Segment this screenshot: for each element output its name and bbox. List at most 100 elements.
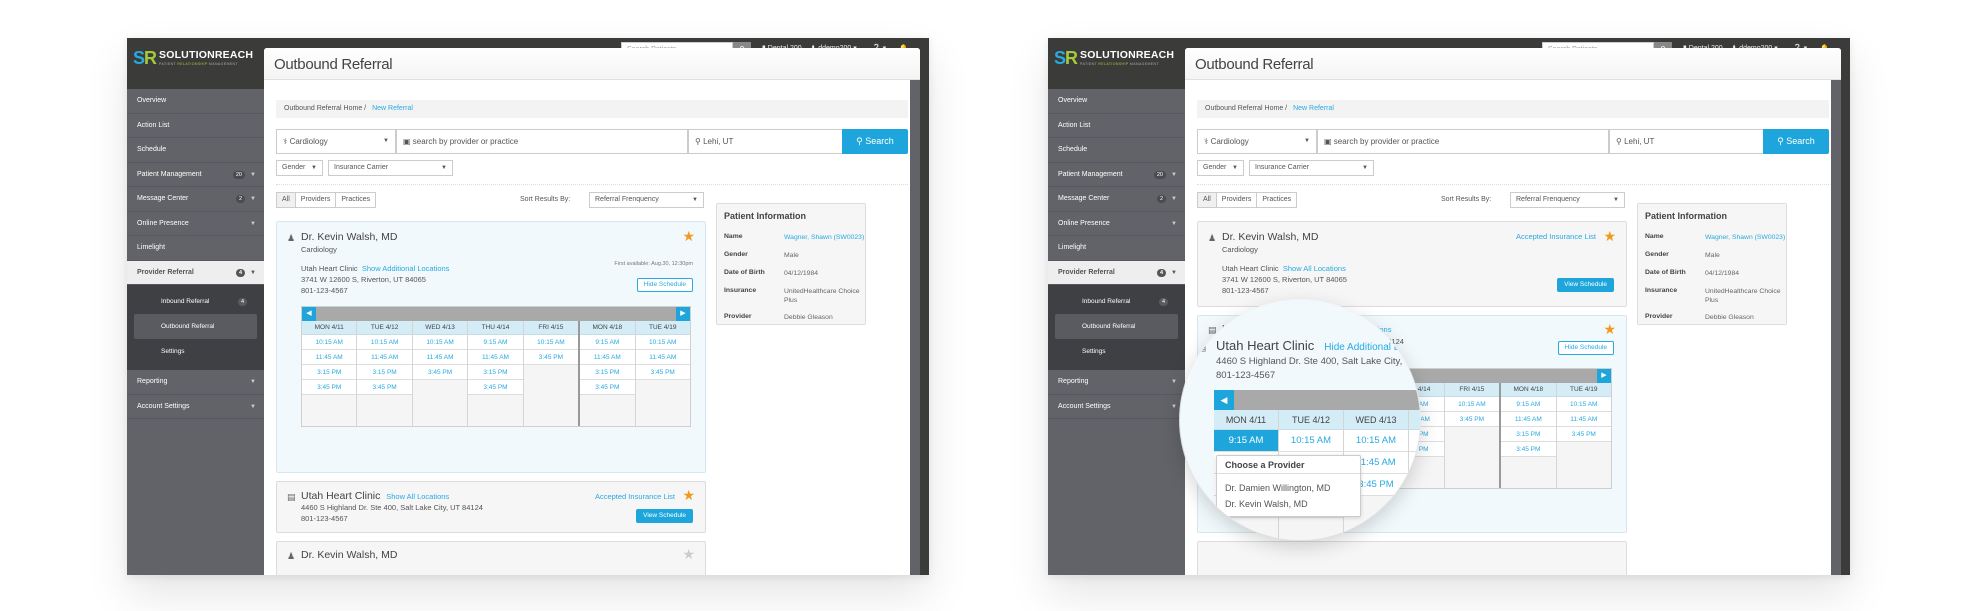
sidebar-item-account-settings[interactable]: Account Settings ▼ — [1048, 395, 1185, 419]
prev-week-arrow-icon[interactable]: ◀ — [302, 307, 316, 321]
schedule-scrollbar[interactable]: ◀ ▶ — [302, 307, 690, 321]
breadcrumb-current[interactable]: New Referral — [1293, 105, 1334, 112]
sidebar-subitem-outbound-referral[interactable]: Outbound Referral — [134, 314, 257, 339]
time-slot[interactable]: 3:45 PM — [1501, 442, 1556, 457]
scrollbar[interactable] — [910, 80, 920, 575]
time-slot[interactable]: 3:15 PM — [1409, 474, 1420, 496]
patient-name-link[interactable]: Wagner, Shawn (SW0023) — [784, 233, 869, 242]
provider-search-input[interactable]: ▣ search by provider or practice — [396, 129, 688, 154]
time-slot[interactable]: 11:45 AM — [1556, 412, 1611, 427]
time-slot[interactable]: 3:45 PM — [1556, 427, 1611, 442]
specialty-select[interactable]: ⚕ Cardiology ▼ — [1197, 129, 1317, 154]
sidebar-subitem-inbound-referral[interactable]: Inbound Referral 4 — [134, 289, 257, 314]
next-week-arrow-icon[interactable]: ▶ — [676, 307, 690, 321]
favorite-star-icon[interactable]: ★ — [682, 546, 695, 563]
show-all-locations-link[interactable]: Show All Locations — [1283, 264, 1346, 273]
time-slot[interactable]: 3:45 PM — [1444, 412, 1500, 427]
sidebar-item-online-presence[interactable]: Online Presence ▼ — [127, 212, 264, 236]
time-slot[interactable]: 11:45 AM — [412, 350, 468, 365]
view-schedule-button[interactable]: View Schedule — [636, 509, 693, 523]
time-slot[interactable]: 3:15 PM — [1501, 427, 1556, 442]
sidebar-item-action-list[interactable]: Action List — [1048, 114, 1185, 138]
insurance-filter[interactable]: Insurance Carrier ▼ — [328, 160, 453, 176]
sidebar-item-limelight[interactable]: Limelight — [1048, 236, 1185, 261]
time-slot[interactable]: 9:15 AM — [1214, 430, 1278, 452]
time-slot[interactable]: 10:15 AM — [1344, 430, 1408, 452]
provider-name[interactable]: Dr. Kevin Walsh, MD — [301, 231, 397, 243]
accepted-insurance-link[interactable]: Accepted Insurance List — [595, 492, 675, 501]
time-slot[interactable]: 11:45 AM — [1501, 412, 1556, 427]
gender-filter[interactable]: Gender ▼ — [1197, 160, 1244, 176]
provider-search-input[interactable]: ▣ search by provider or practice — [1317, 129, 1609, 154]
location-input[interactable]: ⚲ Lehi, UT — [688, 129, 843, 154]
sidebar-item-overview[interactable]: Overview — [127, 89, 264, 114]
sidebar-item-reporting[interactable]: Reporting ▼ — [1048, 370, 1185, 395]
time-slot[interactable]: 10:15 AM — [357, 335, 412, 350]
time-slot[interactable]: 3:45 PM — [302, 380, 357, 395]
provider-option[interactable]: Dr. Damien Willington, MD — [1217, 480, 1360, 496]
show-all-locations-link[interactable]: Show All Locations — [386, 492, 449, 501]
prev-week-arrow-icon[interactable]: ◀ — [1214, 390, 1234, 410]
breadcrumb-home[interactable]: Outbound Referral Home — [284, 105, 362, 112]
time-slot[interactable]: 3:15 PM — [302, 365, 357, 380]
time-slot[interactable]: 3:45 PM — [580, 380, 635, 395]
sort-select[interactable]: Referral Frenquency ▼ — [1510, 192, 1625, 208]
hide-locations-link[interactable]: Hide Additional Locations — [1324, 342, 1420, 353]
sidebar-item-schedule[interactable]: Schedule — [1048, 138, 1185, 163]
sidebar-item-action-list[interactable]: Action List — [127, 114, 264, 138]
search-button[interactable]: ⚲ Search — [1763, 129, 1829, 154]
time-slot[interactable]: 10:15 AM — [412, 335, 468, 350]
sidebar-subitem-settings[interactable]: Settings — [1055, 339, 1178, 364]
patient-name-link[interactable]: Wagner, Shawn (SW0023) — [1705, 233, 1790, 242]
time-slot[interactable]: 3:45 PM — [468, 380, 523, 395]
time-slot[interactable]: 3:45 PM — [357, 380, 412, 395]
search-button[interactable]: ⚲ Search — [842, 129, 908, 154]
provider-option[interactable]: Dr. Kevin Walsh, MD — [1217, 496, 1360, 512]
time-slot[interactable]: 3:15 PM — [580, 365, 635, 380]
time-slot[interactable]: 9:15 AM — [468, 335, 523, 350]
time-slot[interactable]: 3:15 PM — [357, 365, 412, 380]
sidebar-item-patient-management[interactable]: Patient Management 20 ▼ — [1048, 163, 1185, 187]
time-slot[interactable]: 9:15 AM — [580, 335, 635, 350]
favorite-star-icon[interactable]: ★ — [682, 487, 695, 504]
scrollbar[interactable] — [1831, 80, 1841, 575]
show-locations-link[interactable]: Show Additional Locations — [362, 264, 450, 273]
tab-practices[interactable]: Practices — [1257, 193, 1297, 207]
sidebar-subitem-outbound-referral[interactable]: Outbound Referral — [1055, 314, 1178, 339]
sidebar-item-account-settings[interactable]: Account Settings ▼ — [127, 395, 264, 419]
time-slot[interactable]: 11:45 AM — [357, 350, 412, 365]
hide-schedule-button[interactable]: Hide Schedule — [636, 278, 693, 292]
sort-select[interactable]: Referral Frenquency ▼ — [589, 192, 704, 208]
tab-all[interactable]: All — [1198, 193, 1217, 207]
time-slot[interactable]: 3:45 PM — [412, 365, 468, 380]
hide-schedule-button[interactable]: Hide Schedule — [1557, 341, 1614, 355]
time-slot[interactable]: 3:45 PM — [1409, 496, 1420, 518]
sidebar-item-provider-referral[interactable]: Provider Referral 4 ▼ — [1048, 260, 1185, 285]
sidebar-item-overview[interactable]: Overview — [1048, 89, 1185, 114]
sidebar-item-reporting[interactable]: Reporting ▼ — [127, 370, 264, 395]
provider-name[interactable]: Dr. Kevin Walsh, MD — [1222, 231, 1318, 243]
favorite-star-icon[interactable]: ★ — [682, 228, 695, 245]
insurance-filter[interactable]: Insurance Carrier ▼ — [1249, 160, 1374, 176]
provider-name[interactable]: Dr. Kevin Walsh, MD — [301, 549, 397, 561]
schedule-scrollbar[interactable]: ◀ — [1214, 390, 1420, 410]
tab-providers[interactable]: Providers — [295, 193, 337, 207]
time-slot[interactable]: 10:15 AM — [302, 335, 357, 350]
time-slot[interactable]: 11:45 AM — [635, 350, 690, 365]
breadcrumb-current[interactable]: New Referral — [372, 105, 413, 112]
sidebar-item-patient-management[interactable]: Patient Management 20 ▼ — [127, 163, 264, 187]
time-slot[interactable]: 11:45 AM — [468, 350, 523, 365]
time-slot[interactable]: 11:45 AM — [580, 350, 635, 365]
time-slot[interactable]: 3:45 PM — [523, 350, 579, 365]
time-slot[interactable]: 3:15 PM — [468, 365, 523, 380]
sidebar-item-message-center[interactable]: Message Center 2 ▼ — [127, 187, 264, 212]
sidebar-item-online-presence[interactable]: Online Presence ▼ — [1048, 212, 1185, 236]
accepted-insurance-link[interactable]: Accepted Insurance List — [1516, 232, 1596, 241]
time-slot[interactable]: 10:15 AM — [1444, 397, 1500, 412]
sidebar-item-message-center[interactable]: Message Center 2 ▼ — [1048, 187, 1185, 212]
next-week-arrow-icon[interactable]: ▶ — [1597, 369, 1611, 383]
location-input[interactable]: ⚲ Lehi, UT — [1609, 129, 1764, 154]
sidebar-subitem-settings[interactable]: Settings — [134, 339, 257, 364]
specialty-select[interactable]: ⚕ Cardiology ▼ — [276, 129, 396, 154]
time-slot[interactable]: 10:15 AM — [1556, 397, 1611, 412]
